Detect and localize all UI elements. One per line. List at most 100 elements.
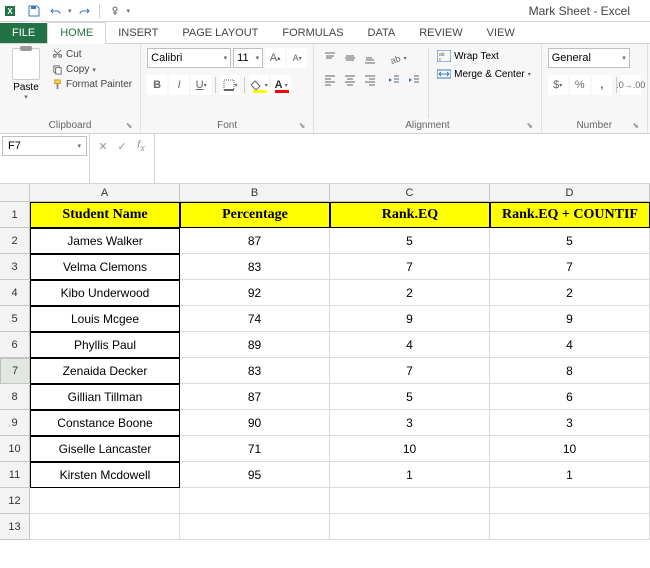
merge-center-button[interactable]: Merge & Center ▾ (433, 66, 535, 82)
align-left-icon[interactable] (320, 70, 340, 90)
row-header-7[interactable]: 7 (0, 358, 30, 384)
decrease-indent-icon[interactable] (384, 70, 404, 90)
cell-name[interactable]: Kirsten Mcdowell (30, 462, 180, 488)
row-header-3[interactable]: 3 (0, 254, 30, 280)
column-header-B[interactable]: B (180, 184, 330, 202)
decrease-font-icon[interactable]: A▾ (287, 48, 307, 68)
paste-button[interactable]: Paste ▾ (6, 48, 46, 118)
underline-button[interactable]: U▾ (191, 75, 211, 95)
row-header-6[interactable]: 6 (0, 332, 30, 358)
tab-page-layout[interactable]: PAGE LAYOUT (170, 23, 270, 43)
cell-percentage[interactable]: 74 (180, 306, 330, 332)
align-bottom-icon[interactable] (360, 48, 380, 68)
font-size-select[interactable]: 11▾ (233, 48, 263, 68)
tab-view[interactable]: VIEW (475, 23, 527, 43)
formula-input[interactable] (155, 134, 650, 183)
enter-icon[interactable]: ✓ (113, 136, 131, 156)
select-all-corner[interactable] (0, 184, 30, 202)
cell-name[interactable]: Gillian Tillman (30, 384, 180, 410)
cell-percentage[interactable]: 87 (180, 228, 330, 254)
row-header-2[interactable]: 2 (0, 228, 30, 254)
column-header-C[interactable]: C (330, 184, 490, 202)
font-name-select[interactable]: Calibri▾ (147, 48, 231, 68)
cell-percentage[interactable]: 71 (180, 436, 330, 462)
cell-rank[interactable]: 2 (330, 280, 490, 306)
tab-data[interactable]: DATA (356, 23, 408, 43)
cell-name[interactable]: Phyllis Paul (30, 332, 180, 358)
row-header-11[interactable]: 11 (0, 462, 30, 488)
dialog-launcher-icon[interactable]: ⬊ (297, 121, 307, 131)
cell-rank-countif[interactable]: 3 (490, 410, 650, 436)
cell-rank[interactable]: 10 (330, 436, 490, 462)
cell-name[interactable]: Constance Boone (30, 410, 180, 436)
accounting-format-button[interactable]: $▾ (548, 75, 568, 95)
bold-button[interactable]: B (147, 75, 167, 95)
borders-button[interactable]: ▾ (220, 75, 240, 95)
cell-name[interactable]: Velma Clemons (30, 254, 180, 280)
cell-rank-countif[interactable]: 8 (490, 358, 650, 384)
cell-rank-countif[interactable]: 1 (490, 462, 650, 488)
dialog-launcher-icon[interactable]: ⬊ (525, 121, 535, 131)
cell-rank[interactable]: 3 (330, 410, 490, 436)
empty-cell[interactable] (330, 488, 490, 514)
cell-rank-countif[interactable]: 4 (490, 332, 650, 358)
cell-name[interactable]: Zenaida Decker (30, 358, 180, 384)
percent-format-button[interactable]: % (570, 75, 590, 95)
number-format-select[interactable]: General▾ (548, 48, 630, 68)
align-top-icon[interactable] (320, 48, 340, 68)
align-center-icon[interactable] (340, 70, 360, 90)
spreadsheet-grid[interactable]: ABCD1Student NamePercentageRank.EQRank.E… (0, 184, 650, 540)
cell-rank[interactable]: 1 (330, 462, 490, 488)
dialog-launcher-icon[interactable]: ⬊ (631, 121, 641, 131)
format-painter-button[interactable]: Format Painter (50, 78, 134, 91)
cell-name[interactable]: Giselle Lancaster (30, 436, 180, 462)
empty-cell[interactable] (490, 488, 650, 514)
cell-rank-countif[interactable]: 7 (490, 254, 650, 280)
empty-cell[interactable] (30, 514, 180, 540)
tab-insert[interactable]: INSERT (106, 23, 170, 43)
empty-cell[interactable] (30, 488, 180, 514)
row-header-12[interactable]: 12 (0, 488, 30, 514)
row-header-4[interactable]: 4 (0, 280, 30, 306)
cell-rank[interactable]: 4 (330, 332, 490, 358)
row-header-13[interactable]: 13 (0, 514, 30, 540)
row-header-1[interactable]: 1 (0, 202, 30, 228)
column-header-A[interactable]: A (30, 184, 180, 202)
chevron-down-icon[interactable]: ▾ (92, 66, 96, 74)
row-header-9[interactable]: 9 (0, 410, 30, 436)
cell-rank-countif[interactable]: 9 (490, 306, 650, 332)
fill-color-button[interactable]: ▾ (249, 75, 269, 95)
font-color-button[interactable]: A▾ (271, 75, 291, 95)
cell-percentage[interactable]: 89 (180, 332, 330, 358)
cell-percentage[interactable]: 83 (180, 254, 330, 280)
fx-icon[interactable]: fx (132, 136, 150, 156)
cell-rank[interactable]: 9 (330, 306, 490, 332)
orientation-button[interactable]: ab▾ (384, 48, 412, 68)
row-header-5[interactable]: 5 (0, 306, 30, 332)
increase-indent-icon[interactable] (404, 70, 424, 90)
empty-cell[interactable] (490, 514, 650, 540)
qat-customize-icon[interactable]: ▾ (127, 7, 131, 15)
tab-formulas[interactable]: FORMULAS (270, 23, 355, 43)
row-header-8[interactable]: 8 (0, 384, 30, 410)
empty-cell[interactable] (180, 488, 330, 514)
touch-mode-icon[interactable] (105, 2, 125, 20)
cell-percentage[interactable]: 95 (180, 462, 330, 488)
increase-decimal-icon[interactable]: .0→.00 (621, 75, 641, 95)
tab-home[interactable]: HOME (47, 22, 106, 44)
cell-rank-countif[interactable]: 2 (490, 280, 650, 306)
cell-rank[interactable]: 5 (330, 384, 490, 410)
save-icon[interactable] (24, 2, 44, 20)
align-middle-icon[interactable] (340, 48, 360, 68)
empty-cell[interactable] (180, 514, 330, 540)
cell-name[interactable]: Kibo Underwood (30, 280, 180, 306)
empty-cell[interactable] (330, 514, 490, 540)
cell-name[interactable]: Louis Mcgee (30, 306, 180, 332)
dialog-launcher-icon[interactable]: ⬊ (124, 121, 134, 131)
cell-percentage[interactable]: 83 (180, 358, 330, 384)
tab-review[interactable]: REVIEW (407, 23, 474, 43)
cell-rank[interactable]: 7 (330, 358, 490, 384)
undo-dropdown-icon[interactable]: ▾ (68, 7, 72, 15)
cell-rank-countif[interactable]: 5 (490, 228, 650, 254)
cut-button[interactable]: Cut (50, 48, 134, 61)
